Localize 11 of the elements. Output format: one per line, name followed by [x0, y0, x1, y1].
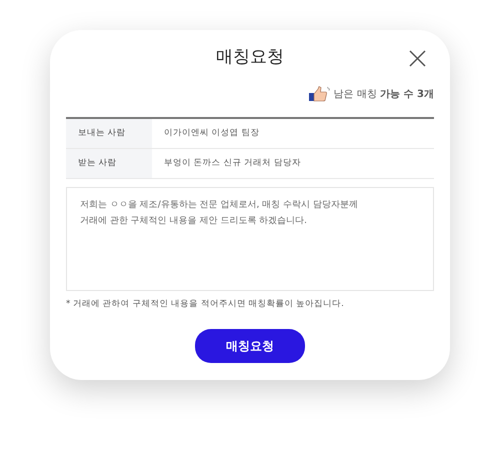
field-value: 이가이엔씨 이성엽 팀장	[163, 127, 260, 140]
dialog-title: 매칭요청	[216, 46, 284, 70]
field-label: 받는 사람	[66, 149, 152, 178]
hint-text: * 거래에 관하여 구체적인 내용을 적어주시면 매칭확률이 높아집니다.	[66, 298, 345, 311]
submit-button[interactable]: 매칭요청	[195, 328, 305, 363]
message-field[interactable]: 저희는 ㅇㅇ을 제조/유통하는 전문 업체로서, 매칭 수락시 담당자분께 거래에 관한 구체적인 내용을 제안 드리도록 하겠습니다.	[66, 187, 434, 291]
close-icon[interactable]	[409, 50, 426, 67]
field-value: 부엉이 돈까스 신규 거래처 담당자	[163, 157, 302, 170]
field-label: 보내는 사람	[66, 119, 152, 148]
thumbs-up-icon	[308, 86, 330, 102]
remaining-count-text: 남은 매칭 가능 수 3개	[334, 88, 434, 102]
